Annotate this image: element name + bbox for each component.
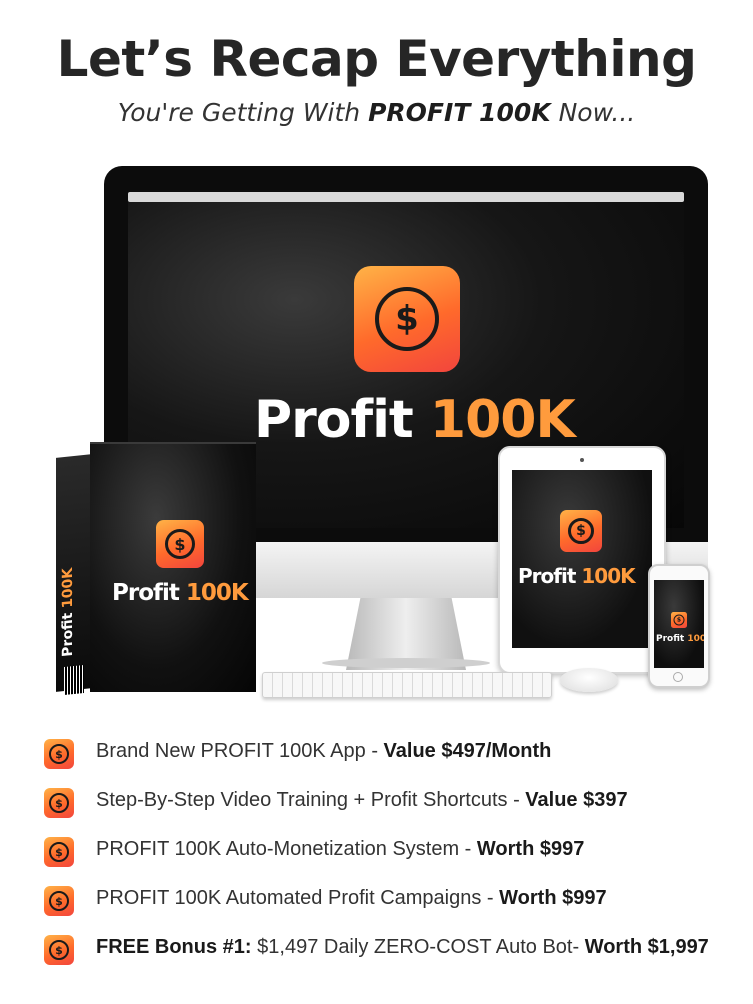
feature-text: PROFIT 100K Auto-Monetization System - W… — [96, 838, 585, 860]
feature-value: Value $397 — [525, 789, 628, 811]
dollar-coin-icon: $ — [44, 739, 74, 769]
product-mockup: $ Profit 100K Profit 100K $ Profit 100K … — [0, 160, 753, 700]
feature-text: Brand New PROFIT 100K App - Value $497/M… — [96, 740, 552, 762]
box-brand: Profit 100K — [112, 580, 249, 606]
feature-value: Worth $997 — [476, 838, 585, 860]
phone-brand: Profit 100K — [656, 634, 704, 644]
feature-value: Worth $997 — [499, 887, 607, 909]
feature-list: $ Brand New PROFIT 100K App - Value $497… — [44, 738, 734, 983]
list-item: $ PROFIT 100K Automated Profit Campaigns… — [44, 885, 734, 916]
list-item: $ Step-By-Step Video Training + Profit S… — [44, 787, 734, 818]
feature-text: Step-By-Step Video Training + Profit Sho… — [96, 789, 628, 811]
tablet-camera — [580, 458, 584, 462]
list-item: $ FREE Bonus #1: $1,497 Daily ZERO-COST … — [44, 934, 734, 965]
keyboard — [262, 672, 552, 698]
dollar-coin-icon: $ — [560, 510, 602, 552]
feature-text: FREE Bonus #1: $1,497 Daily ZERO-COST Au… — [96, 936, 709, 958]
dollar-coin-icon: $ — [44, 837, 74, 867]
feature-value: Value $497/Month — [383, 740, 552, 762]
tablet-device: $ Profit 100K — [498, 446, 666, 674]
box-front: $ Profit 100K — [90, 442, 256, 692]
monitor-browser-bar — [128, 192, 684, 202]
box-spine: Profit 100K — [56, 454, 92, 696]
feature-text: PROFIT 100K Automated Profit Campaigns -… — [96, 887, 607, 909]
list-item: $ Brand New PROFIT 100K App - Value $497… — [44, 738, 734, 769]
monitor-stand-base — [322, 658, 490, 668]
monitor-brand: Profit 100K — [254, 390, 576, 450]
brand-number: 100K — [429, 390, 576, 450]
barcode-icon — [64, 664, 84, 696]
page-title: Let’s Recap Everything — [56, 30, 697, 88]
box-spine-brand: Profit 100K — [60, 566, 76, 658]
dollar-coin-icon: $ — [44, 788, 74, 818]
phone-device: $ Profit 100K — [648, 564, 710, 688]
feature-value: Worth $1,997 — [584, 936, 709, 958]
dollar-coin-icon: $ — [44, 935, 74, 965]
dollar-coin-icon: $ — [354, 266, 460, 372]
tablet-brand: Profit 100K — [518, 564, 636, 588]
page-subtitle: You're Getting With PROFIT 100K Now... — [0, 98, 753, 127]
software-box: Profit 100K $ Profit 100K — [56, 442, 256, 696]
subtitle-product-name: PROFIT 100K — [368, 98, 551, 127]
dollar-coin-icon: $ — [671, 612, 687, 628]
brand-word: Profit — [254, 390, 414, 450]
tablet-screen: $ Profit 100K — [512, 470, 652, 648]
subtitle-prefix: You're Getting With — [117, 98, 369, 127]
dollar-coin-icon: $ — [44, 886, 74, 916]
subtitle-suffix: Now... — [550, 98, 636, 127]
phone-home-button — [673, 672, 683, 682]
phone-screen: $ Profit 100K — [654, 580, 704, 668]
list-item: $ PROFIT 100K Auto-Monetization System -… — [44, 836, 734, 867]
dollar-coin-icon: $ — [156, 520, 204, 568]
mouse — [560, 668, 618, 692]
